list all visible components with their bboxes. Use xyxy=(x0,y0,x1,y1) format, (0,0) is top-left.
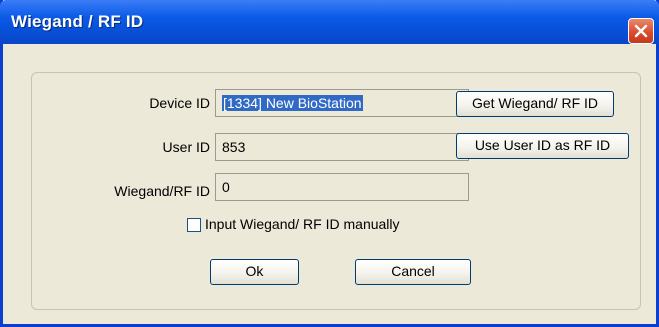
wiegand-rf-id-label: Wiegand/RF ID xyxy=(114,183,210,199)
ok-button[interactable]: Ok xyxy=(210,259,299,285)
close-button[interactable] xyxy=(628,18,654,44)
title-bar[interactable]: Wiegand / RF ID xyxy=(0,0,659,44)
user-id-field[interactable]: 853 xyxy=(215,133,469,161)
cancel-button[interactable]: Cancel xyxy=(355,259,471,285)
device-id-field[interactable]: [1334] New BioStation xyxy=(215,89,469,117)
window-title: Wiegand / RF ID xyxy=(11,12,144,31)
dialog-window: Wiegand / RF ID Device ID [1334] New Bio… xyxy=(0,0,659,327)
manual-input-checkbox[interactable] xyxy=(187,218,201,232)
close-icon xyxy=(634,24,648,38)
device-id-label: Device ID xyxy=(149,95,210,111)
form-group-box: Device ID [1334] New BioStation Get Wieg… xyxy=(31,72,641,310)
wiegand-rf-id-field[interactable]: 0 xyxy=(215,173,469,201)
get-wiegand-rf-id-button[interactable]: Get Wiegand/ RF ID xyxy=(456,91,614,117)
manual-input-label: Input Wiegand/ RF ID manually xyxy=(205,216,400,232)
wiegand-rf-id-value: 0 xyxy=(222,179,230,195)
user-id-label: User ID xyxy=(162,139,210,155)
use-user-id-as-rf-id-button[interactable]: Use User ID as RF ID xyxy=(456,133,629,159)
device-id-value: [1334] New BioStation xyxy=(222,95,363,111)
user-id-value: 853 xyxy=(222,139,246,155)
